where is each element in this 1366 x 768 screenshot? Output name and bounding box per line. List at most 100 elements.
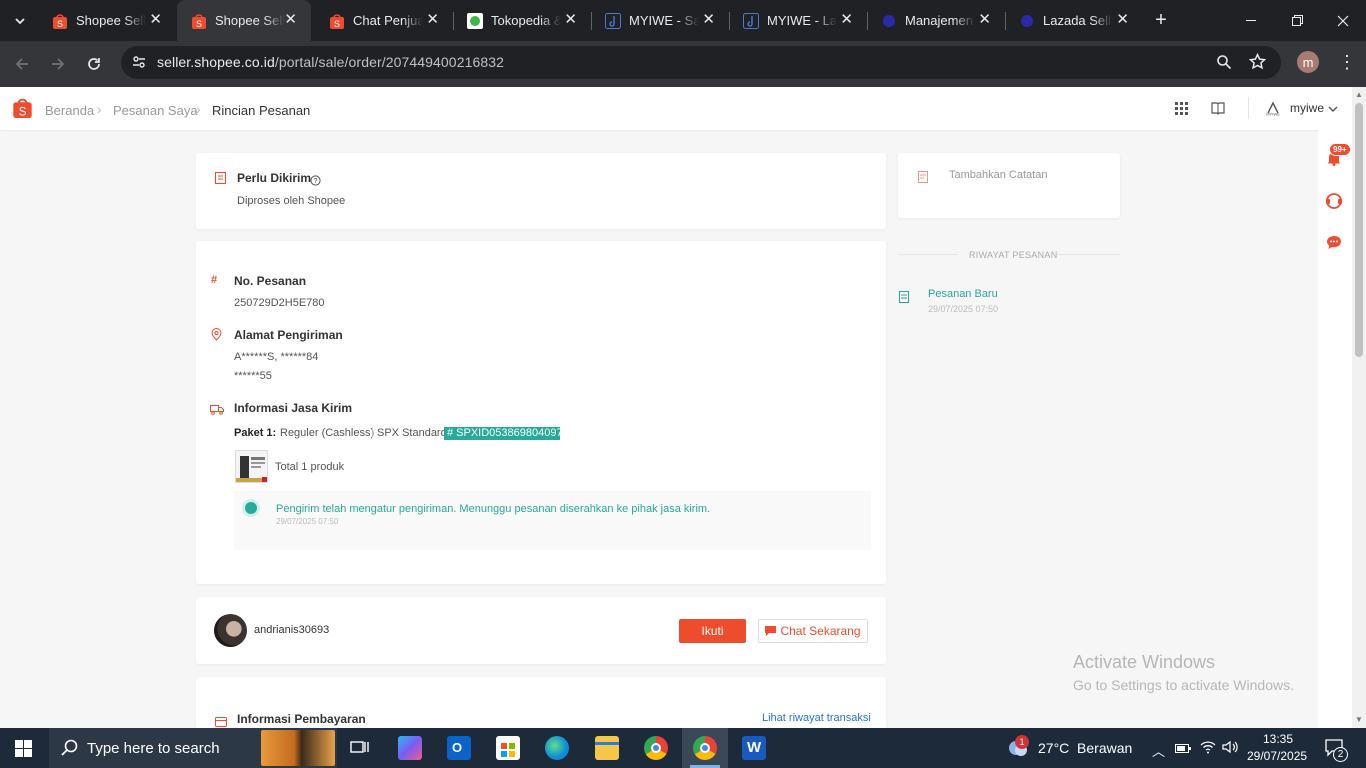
help-icon[interactable]: ? (310, 173, 321, 191)
windows-start-icon[interactable] (15, 740, 32, 762)
weather-text[interactable]: 27°C Berawan (1038, 740, 1132, 756)
tracking-status-time: 29/07/2025 07:50 (276, 517, 339, 526)
tab-myiwe-sales[interactable]: MYIWE - Sales ✕ (591, 0, 729, 41)
battery-icon[interactable] (1175, 741, 1191, 759)
svg-text:?: ? (314, 178, 318, 185)
chevron-down-icon[interactable] (1328, 101, 1338, 119)
history-heading: RIWAYAT PESANAN (969, 250, 1058, 260)
tab-title: Manajemen (905, 13, 973, 28)
payment-card: Informasi Pembayaran Lihat riwayat trans… (196, 677, 886, 728)
arrow-left-icon (15, 58, 28, 70)
browser-menu-icon[interactable]: ⋮ (1338, 52, 1356, 73)
support-headset-icon[interactable] (1325, 192, 1343, 215)
breadcrumb-pesanan-saya[interactable]: Pesanan Saya (113, 103, 198, 118)
note-card[interactable]: Tambahkan Catatan (898, 153, 1120, 218)
reload-button[interactable] (83, 53, 105, 75)
tab-chat-penjual[interactable]: S Chat Penjual ✕ (315, 0, 453, 41)
page-scrollbar[interactable]: ▲ ▼ (1352, 87, 1366, 728)
svg-text:S: S (19, 104, 27, 118)
back-button[interactable] (11, 53, 33, 75)
scrollbar-thumb[interactable] (1355, 103, 1363, 357)
url-text: seller.shopee.co.id/portal/sale/order/20… (157, 54, 504, 70)
book-icon[interactable] (1211, 101, 1225, 120)
close-icon[interactable]: ✕ (1116, 12, 1129, 28)
shopee-logo-icon[interactable]: S (13, 97, 32, 123)
taskbar-search[interactable]: Type here to search (49, 728, 337, 768)
chevron-up-icon[interactable]: ︿ (1152, 741, 1165, 760)
outlook-icon[interactable]: O (447, 736, 471, 760)
tab-shopee-seller-2[interactable]: S Shopee Seller ✕ (177, 0, 311, 41)
close-icon[interactable]: ✕ (702, 12, 715, 28)
tab-manajemen[interactable]: Manajemen ✕ (867, 0, 1005, 41)
close-icon[interactable]: ✕ (284, 12, 297, 28)
order-number-label: No. Pesanan (234, 274, 307, 288)
tab-title: Shopee Seller (215, 13, 285, 28)
tab-tokopedia[interactable]: Tokopedia & ✕ (453, 0, 591, 41)
tab-shopee-seller-1[interactable]: S Shopee Seller ✕ (38, 0, 176, 41)
task-view-icon[interactable] (350, 739, 370, 762)
transaction-history-link[interactable]: Lihat riwayat transaksi (762, 712, 871, 724)
page-content: S Beranda › Pesanan Saya › Rincian Pesan… (0, 87, 1352, 728)
buyer-username[interactable]: andrianis30693 (254, 624, 329, 636)
tracking-number-badge[interactable]: # SPXID053869804097 (444, 427, 560, 440)
edge-icon[interactable] (545, 736, 569, 760)
address-bar[interactable]: seller.shopee.co.id/portal/sale/order/20… (121, 46, 1281, 79)
volume-icon[interactable] (1222, 740, 1239, 759)
follow-button[interactable]: Ikuti (679, 619, 746, 643)
apps-grid-icon[interactable] (1175, 102, 1188, 120)
product-thumbnail[interactable] (235, 450, 268, 483)
svg-text:S: S (57, 19, 63, 29)
activate-windows-subtitle: Go to Settings to activate Windows. (1073, 677, 1294, 693)
add-note-label[interactable]: Tambahkan Catatan (949, 169, 1047, 181)
package-courier: SPX Standard (377, 427, 447, 439)
close-window-button[interactable] (1320, 0, 1366, 41)
shop-name[interactable]: myiwe (1290, 101, 1324, 115)
tab-myiwe-lap[interactable]: MYIWE - Lap ✕ (729, 0, 867, 41)
chrome-icon[interactable] (644, 736, 668, 760)
close-icon[interactable]: ✕ (564, 12, 577, 28)
chat-now-button[interactable]: Chat Sekarang (758, 619, 868, 643)
forward-button[interactable] (47, 53, 69, 75)
order-status-card: Perlu Dikirim ? Diproses oleh Shopee (196, 153, 886, 229)
wifi-icon[interactable] (1200, 740, 1216, 759)
address-line-2: ******55 (234, 370, 272, 382)
taskbar-active-app[interactable] (682, 728, 728, 768)
reload-icon (88, 58, 100, 70)
close-icon[interactable]: ✕ (978, 12, 991, 28)
file-explorer-icon[interactable] (595, 736, 619, 760)
new-tab-button[interactable]: + (1144, 0, 1178, 41)
buyer-avatar[interactable] (214, 614, 247, 647)
clock-time[interactable]: 13:35 (1258, 732, 1298, 746)
chevron-down-icon (15, 17, 25, 24)
profile-avatar[interactable]: m (1297, 51, 1319, 73)
order-doc-icon (899, 290, 909, 308)
restore-button[interactable] (1274, 0, 1320, 41)
minimize-button[interactable] (1228, 0, 1274, 41)
shopee-favicon-icon: S (52, 13, 68, 29)
status-dot (245, 502, 257, 514)
tab-search-button[interactable] (5, 0, 35, 41)
word-icon[interactable]: W (742, 736, 766, 760)
close-icon[interactable]: ✕ (840, 12, 853, 28)
close-icon[interactable]: ✕ (426, 12, 439, 28)
clock-date[interactable]: 29/07/2025 (1247, 749, 1307, 763)
shopee-favicon-icon: S (191, 13, 207, 29)
minimize-icon (1246, 19, 1256, 21)
status-subtitle: Diproses oleh Shopee (237, 195, 346, 207)
tab-lazada-seller[interactable]: Lazada Seller ✕ (1005, 0, 1143, 41)
chat-bubble-icon[interactable] (1326, 235, 1342, 255)
windows-taskbar: Type here to search O W 1 27°C Berawan ︿… (0, 728, 1366, 768)
scroll-up-icon[interactable]: ▲ (1355, 90, 1363, 99)
close-icon[interactable]: ✕ (149, 12, 162, 28)
copilot-icon[interactable] (398, 736, 422, 760)
divider (898, 254, 958, 255)
bookmark-star-icon[interactable] (1248, 52, 1267, 75)
zoom-icon[interactable] (1216, 54, 1232, 75)
payment-title: Informasi Pembayaran (237, 712, 366, 726)
breadcrumb-beranda[interactable]: Beranda (45, 103, 94, 118)
scroll-down-icon[interactable]: ▼ (1355, 715, 1363, 724)
site-info-icon[interactable] (131, 54, 147, 75)
weather-alert-badge: 1 (1015, 735, 1029, 749)
location-pin-icon (211, 328, 222, 346)
microsoft-store-icon[interactable] (496, 736, 520, 760)
